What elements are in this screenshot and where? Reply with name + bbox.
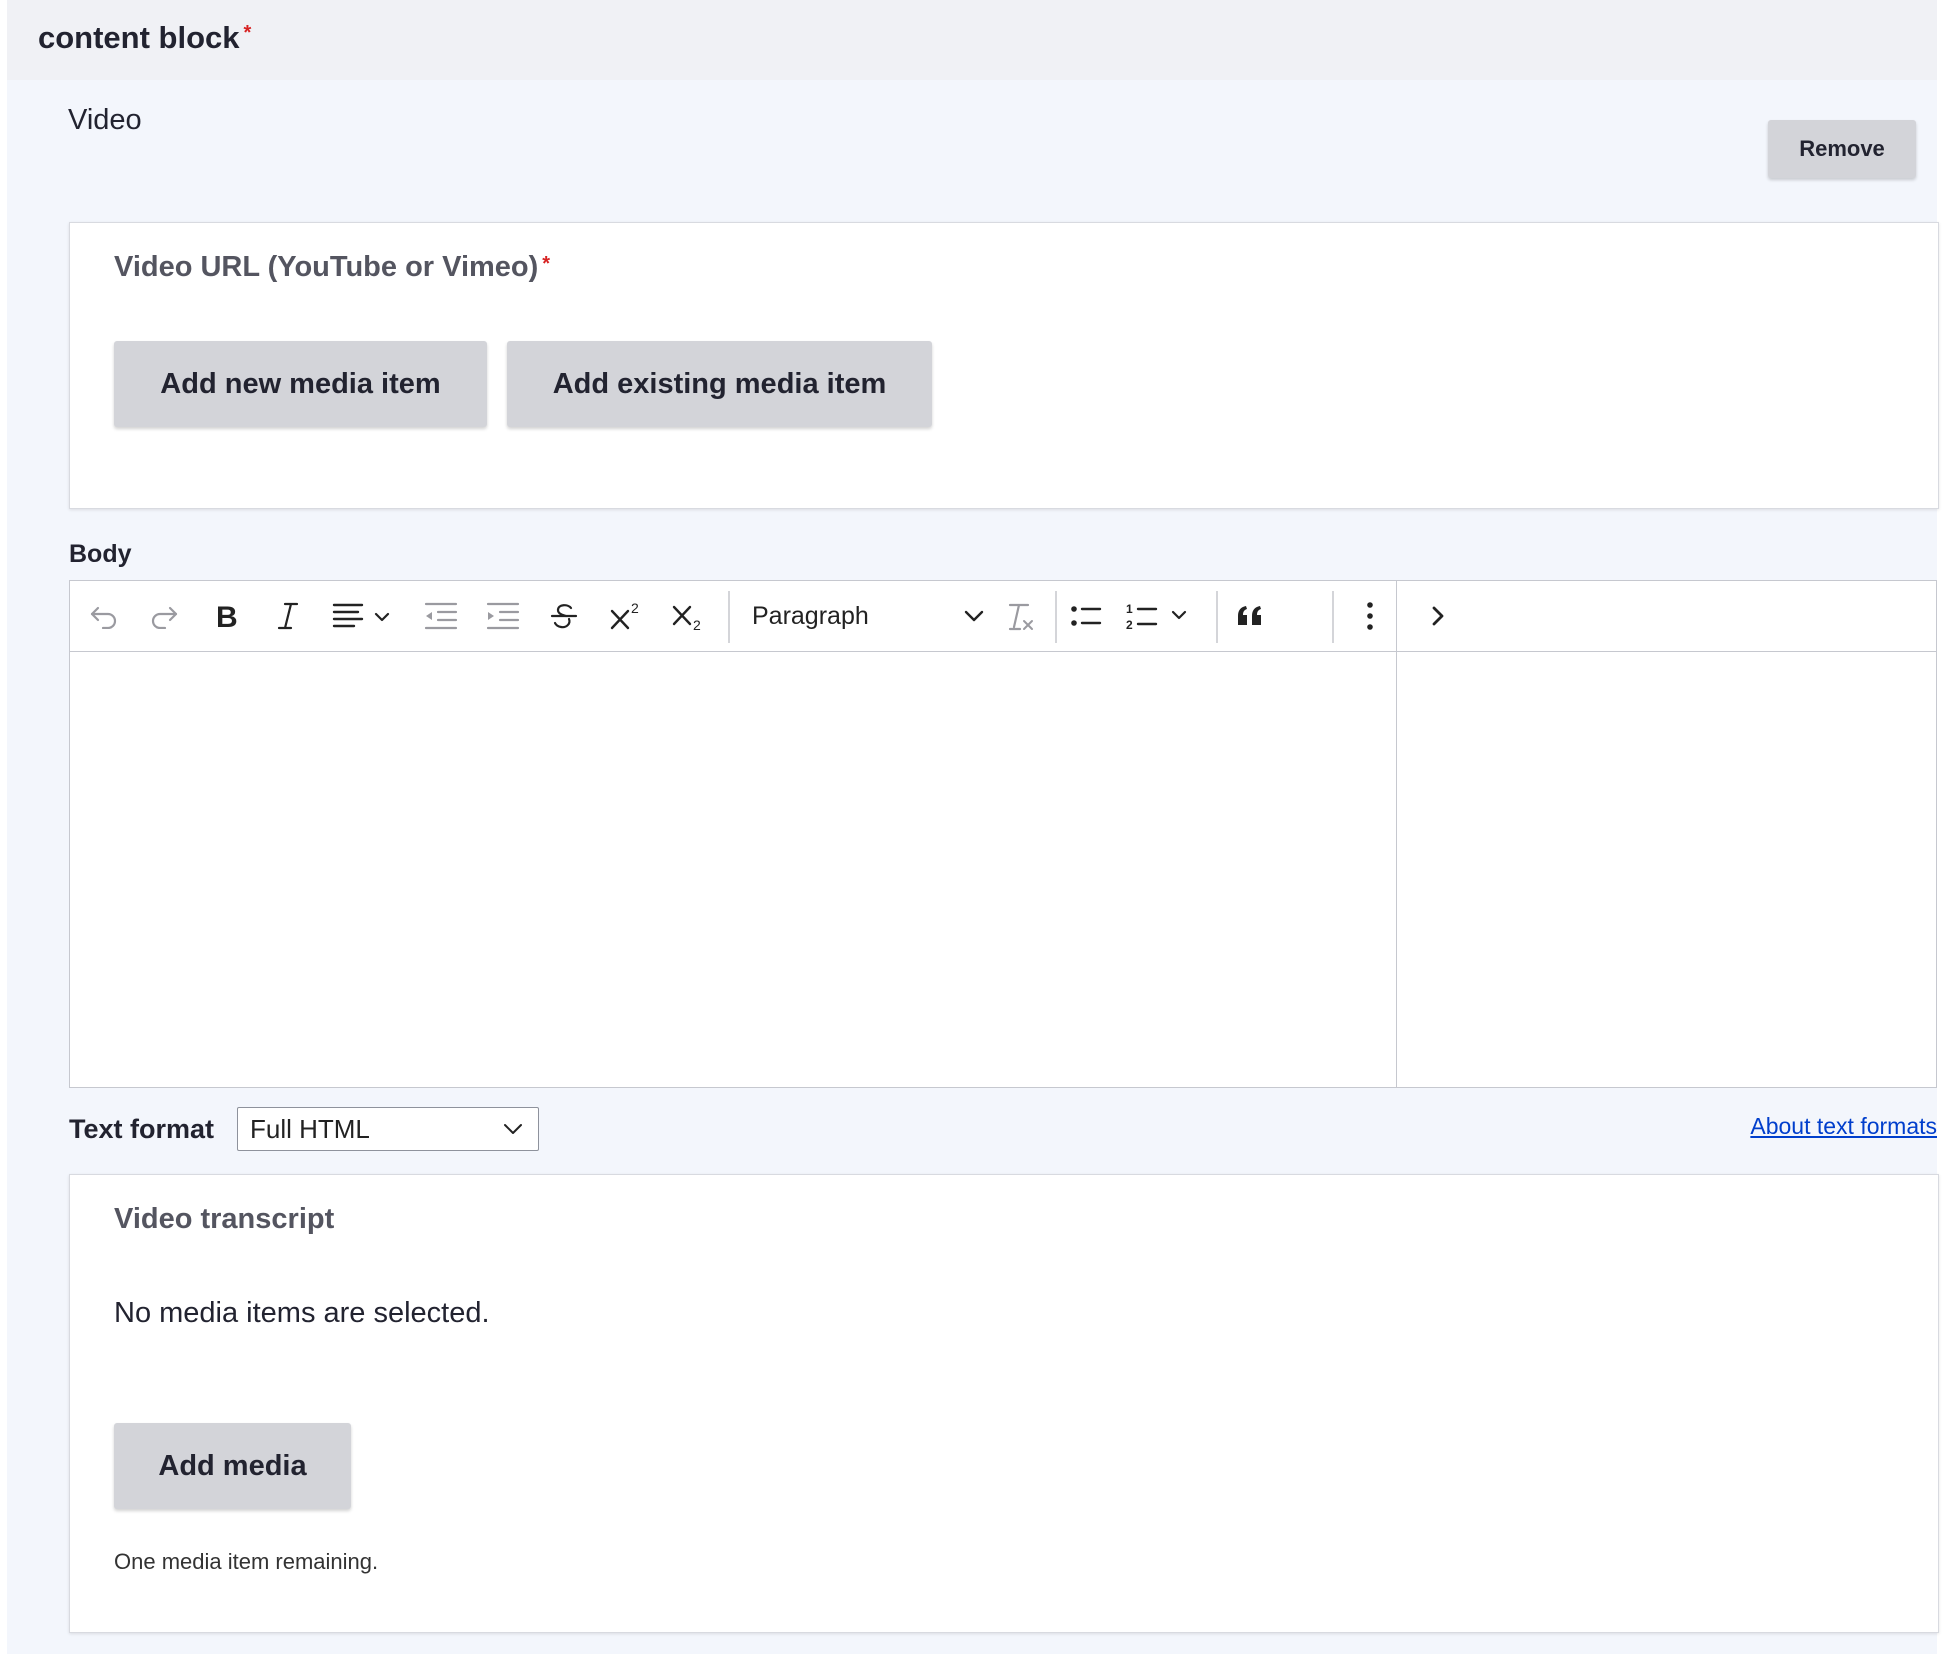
content-block-title-text: content block <box>38 20 240 55</box>
subscript-icon[interactable]: 2 <box>666 591 710 641</box>
svg-text:B: B <box>216 601 238 631</box>
svg-text:2: 2 <box>693 617 701 631</box>
media-remaining-text: One media item remaining. <box>114 1549 379 1574</box>
content-block-title: content block * <box>38 20 251 56</box>
chevron-down-icon <box>964 610 984 622</box>
required-marker: * <box>243 22 252 44</box>
toolbar-separator <box>1332 591 1334 643</box>
more-icon[interactable] <box>1348 591 1392 641</box>
remove-format-icon[interactable] <box>998 591 1042 641</box>
video-transcript-title: Video transcript <box>114 1203 335 1235</box>
video-url-title: Video URL (YouTube or Vimeo) * <box>114 251 550 284</box>
bulleted-list-icon[interactable] <box>1064 591 1108 641</box>
blockquote-icon[interactable] <box>1228 591 1272 641</box>
remove-button[interactable]: Remove <box>1768 120 1916 178</box>
redo-icon[interactable] <box>142 591 186 641</box>
body-label: Body <box>69 540 132 568</box>
content-block-container: content block * Video Remove Video URL (Y… <box>7 0 1939 1654</box>
superscript-icon[interactable]: 2 <box>604 591 648 641</box>
editor-toolbar: B 2 2 Paragraph 1 2 <box>70 581 1936 652</box>
video-url-title-text: Video URL (YouTube or Vimeo) <box>114 251 539 283</box>
chevron-right-icon[interactable] <box>1416 591 1460 641</box>
add-existing-media-item-button[interactable]: Add existing media item <box>507 341 932 427</box>
video-url-field: Video URL (YouTube or Vimeo) * Add new me… <box>69 222 1939 509</box>
svg-text:1: 1 <box>1126 602 1133 616</box>
add-new-media-item-button[interactable]: Add new media item <box>114 341 487 427</box>
undo-icon[interactable] <box>82 591 126 641</box>
body-editor: B 2 2 Paragraph 1 2 <box>69 580 1937 1088</box>
content-block-header: content block * <box>7 0 1937 80</box>
toolbar-separator <box>1055 591 1057 643</box>
heading-select[interactable]: Paragraph <box>740 591 985 641</box>
toolbar-separator <box>1216 591 1218 643</box>
svg-text:2: 2 <box>631 601 639 616</box>
text-format-label: Text format <box>69 1114 215 1144</box>
about-text-formats-link[interactable]: About text formats <box>1750 1113 1937 1140</box>
text-format-selected-value: Full HTML <box>250 1113 370 1144</box>
required-marker: * <box>542 253 551 275</box>
indent-icon[interactable] <box>480 591 524 641</box>
heading-select-value: Paragraph <box>752 601 869 630</box>
text-format-select[interactable]: Full HTML <box>237 1107 539 1151</box>
add-media-button[interactable]: Add media <box>114 1423 351 1509</box>
outdent-icon[interactable] <box>418 591 462 641</box>
italic-icon[interactable] <box>266 591 310 641</box>
paragraph-type-label: Video <box>68 104 142 136</box>
toolbar-separator <box>728 591 730 643</box>
empty-media-message: No media items are selected. <box>114 1297 490 1329</box>
editor-side-panel <box>1397 652 1936 1087</box>
chevron-down-icon <box>504 1124 522 1134</box>
svg-text:2: 2 <box>1126 618 1133 631</box>
strikethrough-icon[interactable] <box>542 591 586 641</box>
editor-content-area[interactable] <box>70 652 1396 1087</box>
numbered-list-icon[interactable]: 12 <box>1124 591 1198 641</box>
bold-icon[interactable]: B <box>204 591 248 641</box>
align-icon[interactable] <box>328 591 398 641</box>
video-transcript-field: Video transcript No media items are sele… <box>69 1174 1939 1633</box>
